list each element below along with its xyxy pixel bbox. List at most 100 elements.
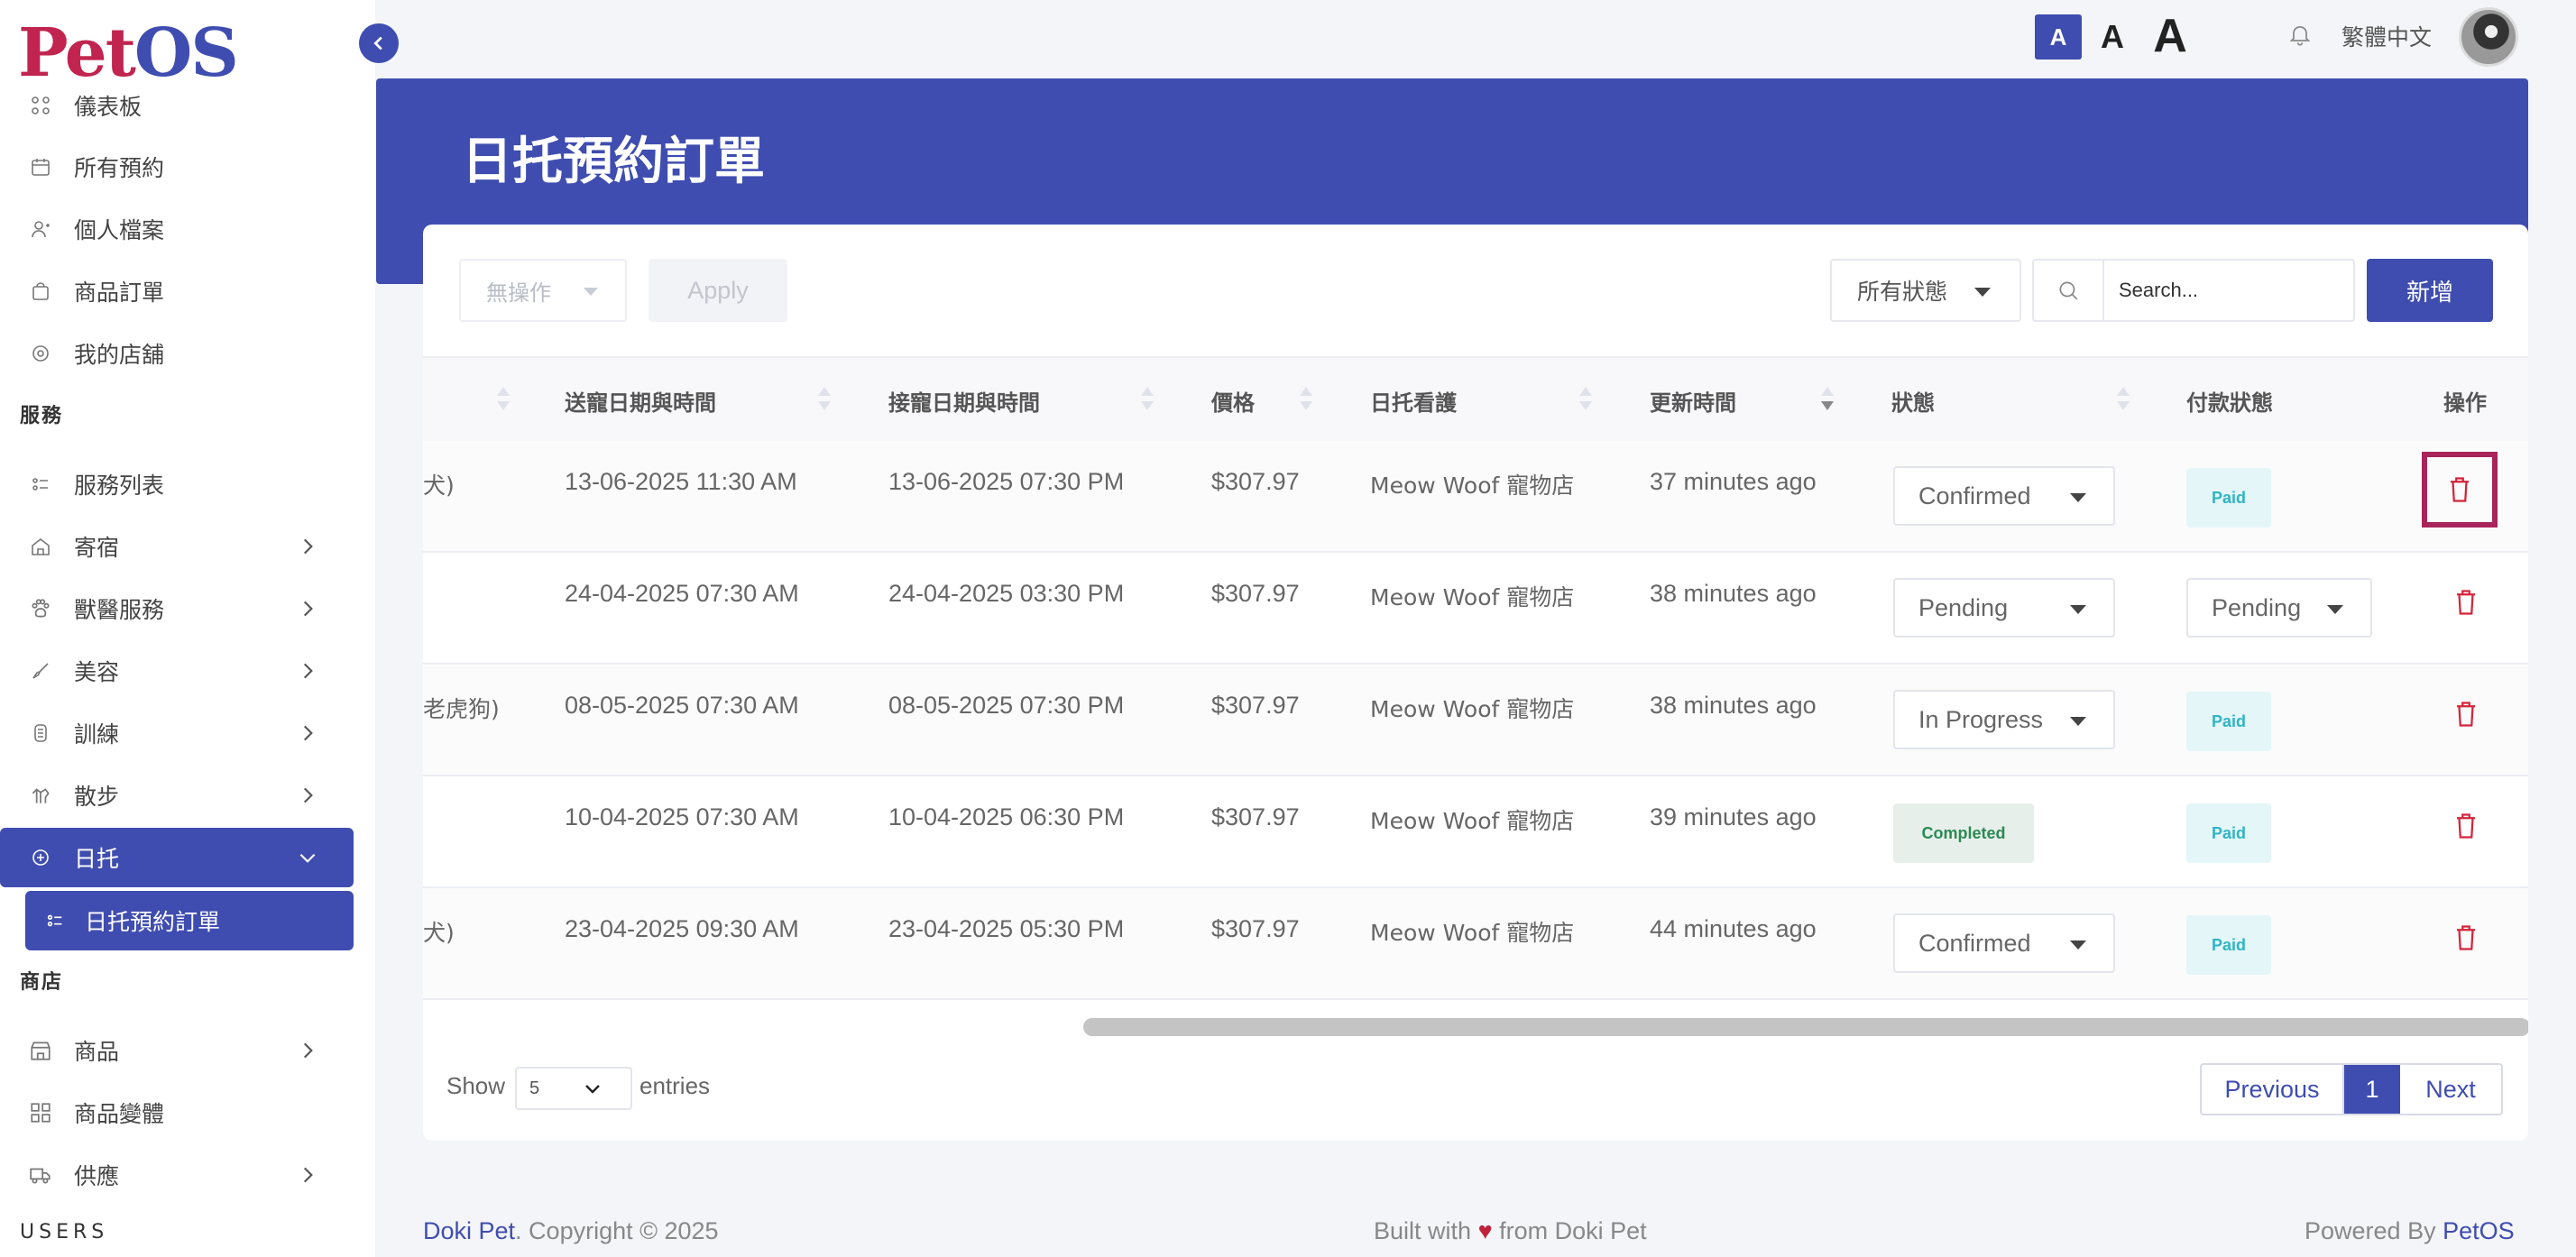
chevron-right-icon — [296, 1163, 319, 1187]
sidebar-item-product-variants[interactable]: 商品變體 — [0, 1083, 354, 1142]
column-header-price[interactable]: 價格 — [1211, 358, 1255, 443]
sidebar-item-label: 訓練 — [74, 721, 120, 748]
font-size-large-button[interactable]: A — [2145, 7, 2195, 65]
caretaker-cell: Meow Woof 寵物店 — [1370, 696, 1575, 722]
chevron-down-icon — [582, 1078, 605, 1101]
sidebar: PetOS 儀表板 所有預約 個人檔案 商品訂單 我的店舖 服務 服務列表 寄宿… — [0, 0, 375, 1257]
updated-cell: 38 minutes ago — [1650, 692, 1817, 719]
price-cell: $307.97 — [1211, 580, 1300, 607]
table-row: 犬) 13-06-2025 11:30 AM 13-06-2025 07:30 … — [423, 441, 2528, 553]
table-row: 24-04-2025 07:30 AM 24-04-2025 03:30 PM … — [423, 553, 2528, 665]
column-header-caretaker[interactable]: 日托看護 — [1370, 358, 1457, 443]
delete-button[interactable] — [2443, 692, 2489, 737]
previous-page-button[interactable]: Previous — [2202, 1065, 2344, 1114]
sort-icon[interactable] — [1579, 387, 1592, 414]
sort-icon[interactable] — [2117, 387, 2130, 414]
delete-button[interactable] — [2443, 580, 2489, 625]
sidebar-item-boarding[interactable]: 寄宿 — [0, 517, 354, 576]
sidebar-item-training[interactable]: 訓練 — [0, 703, 354, 763]
trash-icon — [2457, 702, 2475, 727]
sidebar-item-profile[interactable]: 個人檔案 — [0, 199, 354, 259]
sidebar-item-all-bookings[interactable]: 所有預約 — [0, 137, 354, 197]
payment-status-badge: Paid — [2186, 692, 2271, 751]
footer-built-suffix: from Doki Pet — [1499, 1217, 1647, 1244]
horizontal-scrollbar[interactable] — [1083, 1018, 2528, 1036]
font-size-medium-button[interactable]: A — [2091, 13, 2134, 61]
add-button[interactable]: 新增 — [2367, 259, 2493, 322]
sub-list-icon — [41, 907, 69, 934]
footer-copyright: Doki Pet. Copyright © 2025 — [423, 1217, 719, 1245]
sidebar-item-label: 商品訂單 — [74, 280, 165, 306]
bag-icon — [27, 278, 54, 305]
sidebar-item-walking[interactable]: 散步 — [0, 766, 354, 825]
sidebar-item-grooming[interactable]: 美容 — [0, 641, 354, 701]
dashboard-icon — [27, 92, 54, 119]
sidebar-item-products[interactable]: 商品 — [0, 1021, 354, 1080]
sidebar-collapse-button[interactable] — [359, 23, 399, 63]
column-header-status[interactable]: 狀態 — [1891, 358, 1935, 443]
sort-icon[interactable] — [1300, 387, 1312, 414]
font-size-small-button[interactable]: A — [2035, 14, 2082, 60]
column-header-actions: 操作 — [2443, 390, 2487, 416]
pick-up-cell: 08-05-2025 07:30 PM — [888, 692, 1125, 719]
trash-icon — [2457, 925, 2475, 950]
footer: Doki Pet. Copyright © 2025 Built with ♥ … — [376, 1199, 2576, 1257]
sidebar-item-label: 商品 — [74, 1039, 120, 1065]
bulk-action-select[interactable]: 無操作 — [459, 259, 627, 322]
language-switcher[interactable]: 繁體中文 — [2341, 20, 2432, 52]
apply-button[interactable]: Apply — [649, 259, 787, 322]
delete-button[interactable] — [2443, 915, 2489, 960]
footer-copyright-text: . Copyright © 2025 — [515, 1217, 719, 1244]
sidebar-item-vet[interactable]: 獸醫服務 — [0, 579, 354, 638]
search-input[interactable] — [2104, 279, 2348, 302]
caretaker-cell: Meow Woof 寵物店 — [1370, 808, 1575, 834]
table-row: 老虎狗) 08-05-2025 07:30 AM 08-05-2025 07:3… — [423, 665, 2528, 776]
page-1-button[interactable]: 1 — [2344, 1065, 2400, 1114]
sort-icon[interactable] — [818, 387, 831, 414]
column-header-pick-up[interactable]: 接寵日期與時間 — [888, 358, 1040, 443]
sidebar-item-dashboard[interactable]: 儀表板 — [0, 76, 354, 135]
chevron-right-icon — [296, 535, 319, 558]
status-dropdown[interactable]: Confirmed — [1893, 913, 2115, 973]
search-box — [2032, 259, 2355, 322]
sidebar-item-label: 所有預約 — [74, 155, 165, 181]
sidebar-item-service-list[interactable]: 服務列表 — [0, 454, 354, 514]
status-filter-select[interactable]: 所有狀態 — [1830, 259, 2021, 322]
delete-button[interactable] — [2422, 452, 2498, 528]
sidebar-item-supply[interactable]: 供應 — [0, 1145, 354, 1205]
drop-off-cell: 24-04-2025 07:30 AM — [565, 580, 799, 607]
show-label: Show — [446, 1072, 506, 1099]
sidebar-item-daycare-orders[interactable]: 日托預約訂單 — [25, 891, 354, 950]
sidebar-item-my-store[interactable]: 我的店舖 — [0, 324, 354, 383]
sidebar-item-product-orders[interactable]: 商品訂單 — [0, 261, 354, 321]
search-icon — [2034, 261, 2104, 320]
sort-desc-icon[interactable] — [1821, 387, 1834, 414]
column-header-payment[interactable]: 付款狀態 — [2186, 358, 2273, 443]
sidebar-item-label: 寄宿 — [74, 535, 120, 561]
column-header-updated[interactable]: 更新時間 — [1650, 358, 1736, 443]
payment-status-dropdown[interactable]: Pending — [2186, 578, 2372, 638]
next-page-button[interactable]: Next — [2400, 1065, 2501, 1114]
avatar[interactable] — [2459, 7, 2518, 67]
status-dropdown[interactable]: Confirmed — [1893, 466, 2115, 526]
status-dropdown[interactable]: In Progress — [1893, 690, 2115, 749]
column-header-drop-off[interactable]: 送寵日期與時間 — [565, 358, 716, 443]
chevron-right-icon — [296, 597, 319, 620]
footer-powered-brand-link[interactable]: PetOS — [2443, 1217, 2515, 1244]
delete-button[interactable] — [2443, 803, 2489, 849]
caretaker-cell: Meow Woof 寵物店 — [1370, 920, 1575, 946]
variant-icon — [27, 1099, 54, 1126]
page-title: 日托預約訂單 — [462, 133, 765, 191]
sidebar-item-daycare[interactable]: 日托 — [0, 828, 354, 887]
bell-icon[interactable] — [2287, 22, 2314, 49]
footer-brand-link[interactable]: Doki Pet — [423, 1217, 515, 1244]
table-header: 送寵日期與時間 接寵日期與時間 價格 日托看護 更新時間 狀態 付款狀態 操作 — [423, 356, 2528, 441]
entries-per-page-select[interactable]: 5 — [515, 1067, 632, 1110]
sort-icon[interactable] — [497, 387, 510, 414]
orders-card: 無操作 Apply 所有狀態 新增 送寵日期與時間 接寵日期與時間 價格 日托看… — [423, 225, 2528, 1141]
trash-icon — [2457, 813, 2475, 839]
sort-icon[interactable] — [1141, 387, 1154, 414]
sidebar-item-label: 獸醫服務 — [74, 597, 165, 623]
status-dropdown[interactable]: Pending — [1893, 578, 2115, 638]
bulk-action-value: 無操作 — [486, 280, 551, 306]
